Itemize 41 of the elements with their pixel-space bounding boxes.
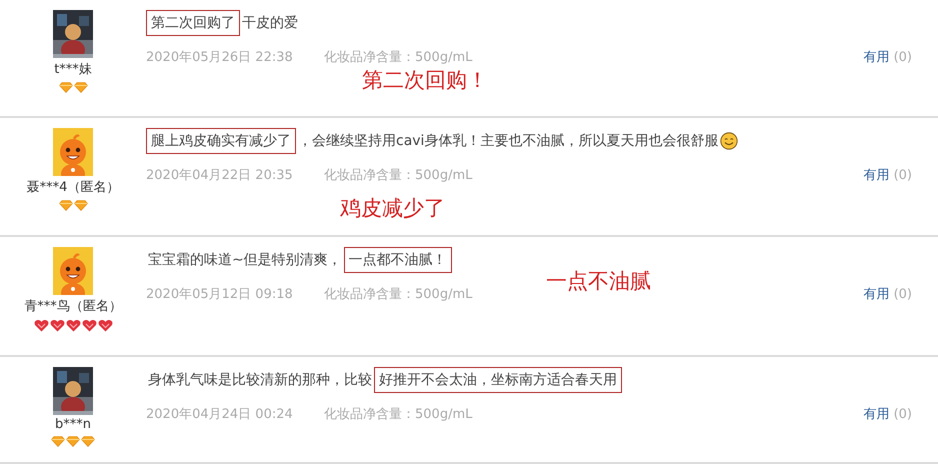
diamond-icon [66, 436, 80, 447]
useful-button[interactable]: 有用 (0) [863, 285, 912, 303]
review-date: 2020年05月12日 09:18 [146, 286, 294, 303]
mascot-avatar-icon [53, 247, 93, 295]
comment-text: 身体乳气味是比较清新的那种，比较 [147, 371, 373, 389]
diamond-icon [58, 200, 72, 211]
highlighted-phrase: 第二次回购了 [146, 10, 240, 36]
useful-button[interactable]: 有用 (0) [863, 405, 912, 423]
useful-button[interactable]: 有用 (0) [863, 166, 912, 184]
annotation-text: 一点不油腻 [546, 268, 651, 295]
product-spec: 化妆品净含量：500g/mL [324, 406, 472, 423]
comment-text: 宝宝霜的味道~但是特别清爽， [147, 251, 343, 269]
annotation-text: 鸡皮减少了 [340, 195, 445, 222]
user-name: t***妹 [54, 61, 92, 78]
product-spec: 化妆品净含量：500g/mL [324, 286, 472, 303]
heart-icon [82, 319, 96, 332]
useful-button[interactable]: 有用 (0) [863, 48, 912, 66]
review-date: 2020年05月26日 22:38 [146, 49, 294, 66]
comment-text: ，会继续坚持用cavi身体乳！主要也不油腻，所以夏天用也会很舒服 [297, 132, 720, 150]
diamond-icon [74, 82, 88, 93]
highlighted-phrase: 一点都不油腻！ [344, 247, 452, 273]
product-spec: 化妆品净含量：500g/mL [324, 49, 472, 66]
user-name: 聂***4（匿名） [26, 179, 120, 196]
heart-icon [66, 319, 80, 332]
diamond-icon [74, 200, 88, 211]
comment-text: 干皮的爱 [241, 14, 299, 32]
annotation-text: 第二次回购！ [362, 67, 488, 94]
highlighted-phrase: 好推开不会太油，坐标南方适合春天用 [374, 367, 622, 393]
product-spec: 化妆品净含量：500g/mL [324, 167, 472, 184]
heart-icon [98, 319, 112, 332]
user-name: b***n [55, 417, 91, 432]
diamond-icon [81, 436, 95, 447]
heart-icon [50, 319, 64, 332]
mascot-avatar-icon [53, 128, 93, 176]
user-name: 青***鸟（匿名） [24, 298, 122, 315]
review-date: 2020年04月24日 00:24 [146, 406, 294, 423]
diamond-icon [58, 82, 72, 93]
highlighted-phrase: 腿上鸡皮确实有减少了 [146, 128, 296, 154]
heart-icon [34, 319, 48, 332]
diamond-icon [51, 436, 65, 447]
review-date: 2020年04月22日 20:35 [146, 167, 294, 184]
